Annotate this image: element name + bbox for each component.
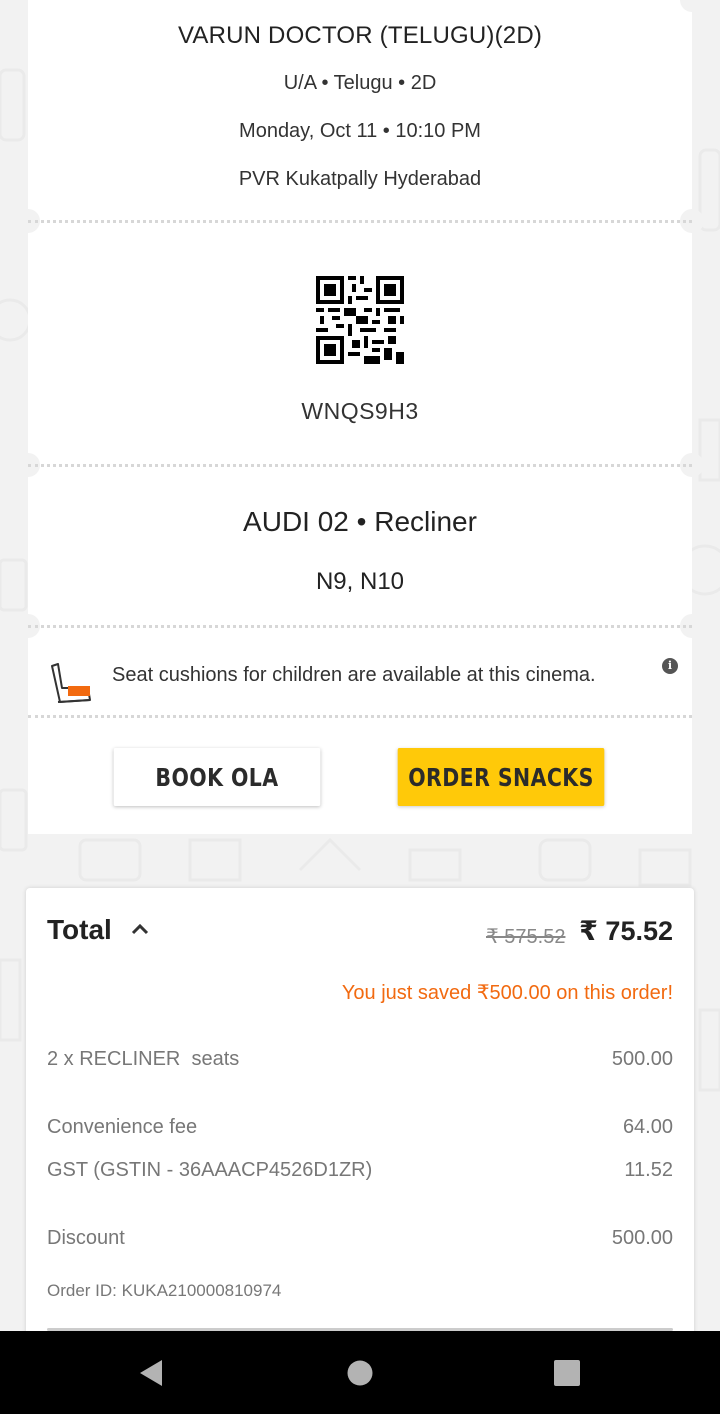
qr-code[interactable] [316, 276, 404, 364]
cinema-name: PVR Kukatpally Hyderabad [238, 168, 482, 190]
original-amount: ₹ 575.52 [486, 926, 566, 948]
order-id: Order ID: KUKA210000810974 [47, 1281, 282, 1300]
line-item-label: Convenience fee [47, 1116, 198, 1138]
home-icon [347, 1360, 373, 1385]
divider [28, 625, 692, 628]
audi-info: AUDI 02 • Recliner [243, 506, 477, 537]
line-item: GST (GSTIN - 36AAACP4526D1ZR) 11.52 [47, 1159, 673, 1182]
total-label[interactable]: Total [47, 914, 112, 946]
seat-numbers: N9, N10 [315, 568, 405, 595]
line-item-amount: 500.00 [611, 1227, 673, 1249]
cushion-notice: Seat cushions for children are available… [112, 664, 596, 686]
total-amount: ₹ 75.52 [579, 916, 673, 946]
line-item-amount: 500.00 [611, 1048, 673, 1070]
order-snacks-button[interactable]: ORDER SNACKS [397, 748, 605, 806]
showtime: Monday, Oct 11 • 10:10 PM [239, 120, 481, 142]
movie-title: VARUN DOCTOR (TELUGU)(2D) [177, 22, 543, 49]
line-item: 2 x RECLINER seats 500.00 [47, 1048, 673, 1071]
book-ola-button[interactable]: BOOK OLA [113, 748, 321, 806]
line-item: Discount 500.00 [47, 1227, 673, 1250]
recents-button[interactable] [527, 1331, 607, 1414]
home-button[interactable] [320, 1331, 400, 1414]
back-icon [140, 1359, 162, 1386]
line-item: Convenience fee 64.00 [47, 1116, 673, 1139]
line-item-amount: 64.00 [622, 1116, 673, 1138]
system-navigation-bar [0, 1331, 720, 1414]
savings-message: You just saved ₹500.00 on this order! [341, 982, 673, 1004]
divider [28, 464, 692, 467]
line-item-label: 2 x RECLINER seats [47, 1048, 240, 1070]
line-item-label: Discount [47, 1227, 125, 1249]
movie-format: U/A • Telugu • 2D [283, 72, 437, 94]
divider [28, 220, 692, 223]
line-item-label: GST (GSTIN - 36AAACP4526D1ZR) [47, 1159, 373, 1181]
divider [28, 715, 692, 718]
line-item-amount: 11.52 [624, 1159, 673, 1181]
chevron-up-icon[interactable] [130, 922, 150, 936]
info-icon[interactable]: i [662, 658, 678, 674]
child-seat-icon [51, 663, 91, 703]
back-button[interactable] [111, 1331, 191, 1414]
recents-icon [554, 1359, 580, 1386]
booking-code: WNQS9H3 [301, 398, 419, 424]
